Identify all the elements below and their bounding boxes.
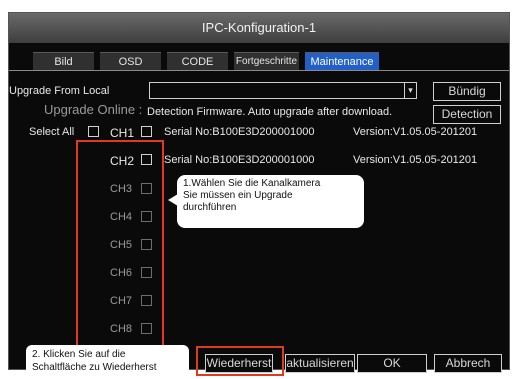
ok-button[interactable]: OK — [357, 354, 427, 373]
detection-button[interactable]: Detection — [433, 105, 501, 124]
step2-callout: 2. Klicken Sie auf die Schaltfläche zu W… — [26, 345, 189, 377]
tab-panel-divider — [9, 70, 509, 71]
channel-version: Version:V1.05.05-201201 — [353, 126, 478, 138]
channel-checkbox-ch1[interactable] — [141, 126, 152, 137]
upgrade-online-description: Detection Firmware. Auto upgrade after d… — [147, 106, 393, 118]
channel-version: Version:V1.05.05-201201 — [353, 154, 478, 166]
select-all-checkbox[interactable] — [88, 126, 99, 137]
select-all-label: Select All — [29, 126, 75, 138]
buendig-button[interactable]: Bündig — [433, 82, 501, 101]
tab-maintenance[interactable]: Maintenance — [305, 52, 379, 71]
step2-line-1: 2. Klicken Sie auf die — [32, 349, 126, 360]
tab-code[interactable]: CODE — [167, 52, 228, 71]
step2-line-2: Schaltfläche zu Wiederherst — [32, 362, 157, 373]
dropdown-arrow-icon[interactable]: ▾ — [404, 83, 416, 98]
channel-label: CH1 — [110, 126, 135, 140]
tab-bar: Bild OSD CODE Fortgeschritte Maintenance — [33, 52, 385, 71]
upgrade-online-label: Upgrade Online : — [44, 102, 143, 117]
cancel-button[interactable]: Abbrech — [434, 354, 502, 373]
step1-line-1: 1.Wählen Sie die Kanalkamera — [183, 178, 321, 189]
step1-line-2: Sie müssen ein Upgrade — [183, 190, 293, 201]
tab-bild[interactable]: Bild — [33, 52, 94, 71]
channel-serial: Serial No:B100E3D200001000 — [164, 154, 315, 166]
upgrade-local-label: Upgrade From Local — [9, 85, 110, 97]
channel-serial: Serial No:B100E3D200001000 — [164, 126, 315, 138]
tab-fortgeschritte[interactable]: Fortgeschritte — [234, 52, 299, 71]
channel-selection-highlight — [76, 140, 164, 355]
tab-osd[interactable]: OSD — [100, 52, 161, 71]
refresh-button[interactable]: aktualisieren — [285, 354, 355, 373]
restore-button-highlight — [196, 346, 284, 376]
upgrade-file-select[interactable]: ▾ — [149, 82, 417, 99]
dialog-title: IPC-Konfiguration-1 — [9, 13, 509, 43]
step1-callout: 1.Wählen Sie die Kanalkamera Sie müssen … — [177, 175, 364, 228]
step1-line-3: durchführen — [183, 202, 237, 213]
